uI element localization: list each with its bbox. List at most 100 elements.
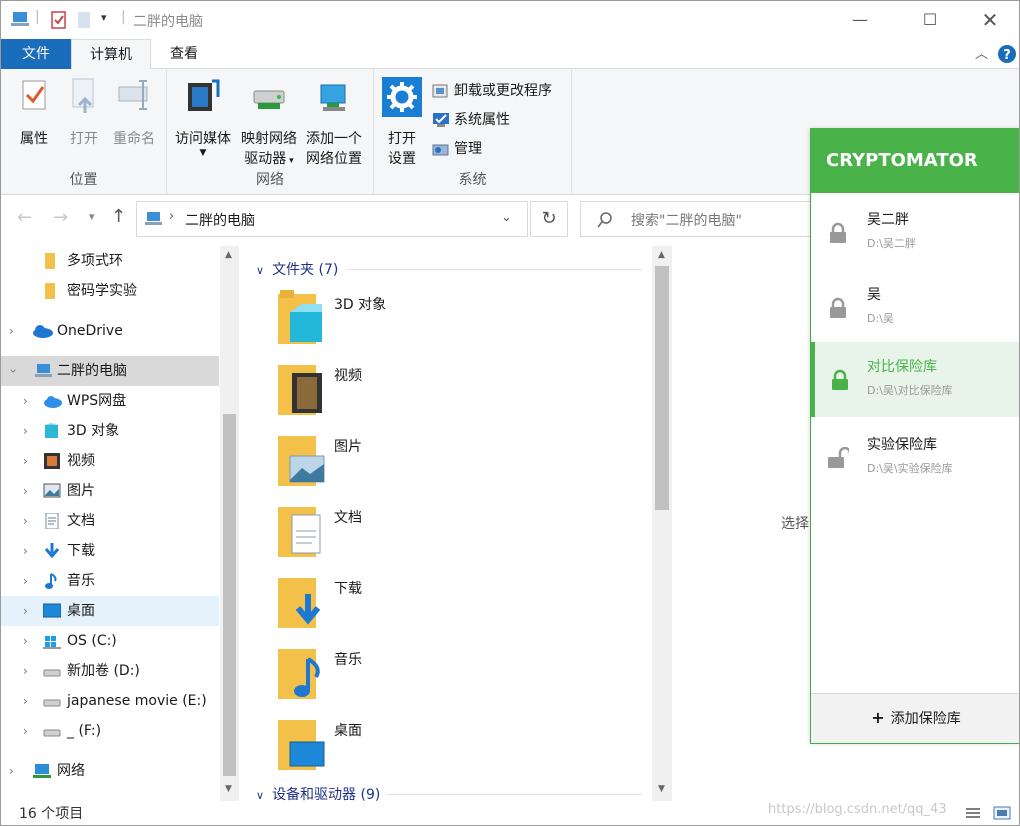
up-arrow-icon[interactable]: ↑: [111, 206, 126, 227]
rename-button[interactable]: 重命名: [109, 77, 159, 149]
chevron-right-icon[interactable]: ›: [23, 386, 28, 416]
tab-view[interactable]: 查看: [151, 39, 217, 69]
refresh-icon: ↻: [541, 208, 557, 229]
folder-item[interactable]: 文档: [276, 501, 636, 571]
map-network-drive-button[interactable]: 映射网络 驱动器 ▾: [237, 77, 301, 171]
nav-item-3d-objects[interactable]: › 3D 对象: [1, 416, 219, 446]
chevron-right-icon[interactable]: ›: [23, 566, 28, 596]
add-vault-button[interactable]: + 添加保险库: [811, 693, 1019, 743]
chevron-right-icon[interactable]: ›: [23, 716, 28, 746]
scroll-down-icon[interactable]: ▼: [225, 784, 232, 794]
vault-item-selected[interactable]: 对比保险库 D:\吴\对比保险库: [811, 342, 1019, 417]
breadcrumb[interactable]: 二胖的电脑: [185, 210, 255, 230]
refresh-button[interactable]: ↻: [530, 201, 568, 237]
nav-item-documents[interactable]: › 文档: [1, 506, 219, 536]
content-scroll-thumb[interactable]: [655, 266, 669, 510]
group-location: 属性 打开 重命名 位置: [1, 69, 167, 195]
chevron-right-icon[interactable]: ›: [9, 756, 14, 786]
folder-item[interactable]: 图片: [276, 430, 636, 500]
address-bar[interactable]: › 二胖的电脑 ⌄: [136, 201, 528, 237]
properties-button[interactable]: 属性: [11, 77, 57, 149]
chevron-right-icon[interactable]: ›: [23, 656, 28, 686]
nav-item-wps-drive[interactable]: › WPS网盘: [1, 386, 219, 416]
nav-item-drive-e[interactable]: › japanese movie (E:): [1, 686, 219, 716]
nav-item-drive-f[interactable]: › _ (F:): [1, 716, 219, 746]
vault-item[interactable]: 吴二胖 D:\吴二胖: [811, 195, 1019, 270]
folder-item[interactable]: 视频: [276, 359, 636, 429]
chevron-down-icon[interactable]: ›: [1, 369, 28, 374]
properties-icon: [22, 80, 46, 110]
quick-access-dropdown-icon[interactable]: ▾: [101, 11, 107, 24]
content-scrollbar[interactable]: ▲ ▼: [652, 246, 672, 801]
uninstall-program-button[interactable]: 卸载或更改程序: [432, 79, 552, 103]
address-dropdown-icon[interactable]: ⌄: [501, 210, 512, 225]
nav-item-drive-c[interactable]: › OS (C:): [1, 626, 219, 656]
chevron-right-icon[interactable]: ›: [23, 506, 28, 536]
nav-item-polynomial-ring[interactable]: 多项式环: [1, 246, 219, 276]
scroll-up-icon[interactable]: ▲: [658, 250, 665, 260]
system-properties-button[interactable]: 系统属性: [432, 108, 510, 132]
chevron-right-icon[interactable]: ›: [23, 416, 28, 446]
new-folder-quick-icon[interactable]: [77, 11, 91, 29]
nav-item-network[interactable]: › 网络: [1, 756, 219, 786]
chevron-down-icon: ∨: [256, 789, 265, 801]
recent-locations-icon[interactable]: ▾: [89, 210, 95, 223]
scroll-down-icon[interactable]: ▼: [658, 784, 665, 794]
folders-group-header[interactable]: ∨ 文件夹 (7): [256, 259, 338, 279]
manage-button[interactable]: 管理: [432, 137, 482, 161]
chevron-right-icon[interactable]: ›: [23, 596, 28, 626]
forward-arrow-icon[interactable]: →: [53, 207, 68, 228]
add-network-location-button[interactable]: 添加一个 网络位置: [301, 77, 367, 169]
open-settings-button[interactable]: 打开 设置: [380, 77, 424, 169]
vault-item[interactable]: 吴 D:\吴: [811, 270, 1019, 345]
chevron-right-icon[interactable]: ›: [23, 686, 28, 716]
nav-item-this-pc[interactable]: › 二胖的电脑: [1, 356, 219, 386]
downloads-folder-icon: [278, 578, 321, 628]
cube-icon: [45, 423, 58, 438]
network-icon: [33, 764, 51, 778]
chevron-right-icon[interactable]: ›: [23, 626, 28, 656]
chevron-right-icon[interactable]: ›: [23, 446, 28, 476]
vault-item[interactable]: 实验保险库 D:\吴\实验保险库: [811, 420, 1019, 495]
folder-item[interactable]: 下载: [276, 572, 636, 642]
back-arrow-icon[interactable]: ←: [17, 207, 32, 228]
drive-icon: [43, 729, 61, 737]
nav-item-pictures[interactable]: › 图片: [1, 476, 219, 506]
devices-group-header[interactable]: ∨ 设备和驱动器 (9): [256, 784, 380, 801]
tab-computer[interactable]: 计算机: [71, 39, 151, 70]
search-input[interactable]: 搜索"二胖的电脑": [631, 210, 742, 230]
close-button[interactable]: ✕: [967, 1, 1013, 39]
nav-item-crypto-lab[interactable]: 密码学实验: [1, 276, 219, 306]
svg-text:?: ?: [1003, 48, 1011, 63]
pictures-folder-icon: [278, 436, 325, 486]
tab-file[interactable]: 文件: [1, 39, 71, 69]
chevron-right-icon[interactable]: ›: [23, 536, 28, 566]
folder-item[interactable]: 桌面: [276, 714, 636, 784]
nav-item-music[interactable]: › 音乐: [1, 566, 219, 596]
maximize-button[interactable]: ☐: [907, 1, 953, 39]
folder-item[interactable]: 3D 对象: [276, 288, 636, 358]
breadcrumb-separator-icon: ›: [169, 209, 175, 224]
title-bar: | ▾ | 二胖的电脑 — ☐ ✕: [1, 1, 1019, 39]
collapse-ribbon-icon[interactable]: ︿: [975, 43, 988, 62]
help-icon[interactable]: ?: [997, 44, 1017, 64]
details-view-icon[interactable]: [965, 807, 981, 821]
large-icons-view-icon[interactable]: [993, 806, 1011, 820]
nav-item-drive-d[interactable]: › 新加卷 (D:): [1, 656, 219, 686]
scroll-up-icon[interactable]: ▲: [225, 250, 232, 260]
folder-item[interactable]: 音乐: [276, 643, 636, 713]
nav-scrollbar[interactable]: ▲ ▼: [220, 246, 239, 801]
nav-item-onedrive[interactable]: › OneDrive: [1, 316, 219, 346]
chevron-right-icon[interactable]: ›: [9, 316, 14, 346]
properties-quick-icon[interactable]: [51, 11, 67, 29]
rename-icon: [118, 80, 148, 110]
chevron-down-icon: ∨: [256, 264, 265, 277]
nav-scroll-thumb[interactable]: [223, 414, 236, 776]
chevron-right-icon[interactable]: ›: [23, 476, 28, 506]
access-media-button[interactable]: 访问媒体 ▼: [171, 77, 235, 158]
nav-item-videos[interactable]: › 视频: [1, 446, 219, 476]
nav-item-downloads[interactable]: › 下载: [1, 536, 219, 566]
open-button[interactable]: 打开: [61, 77, 107, 149]
nav-item-desktop[interactable]: › 桌面: [1, 596, 219, 626]
minimize-button[interactable]: —: [837, 1, 883, 39]
